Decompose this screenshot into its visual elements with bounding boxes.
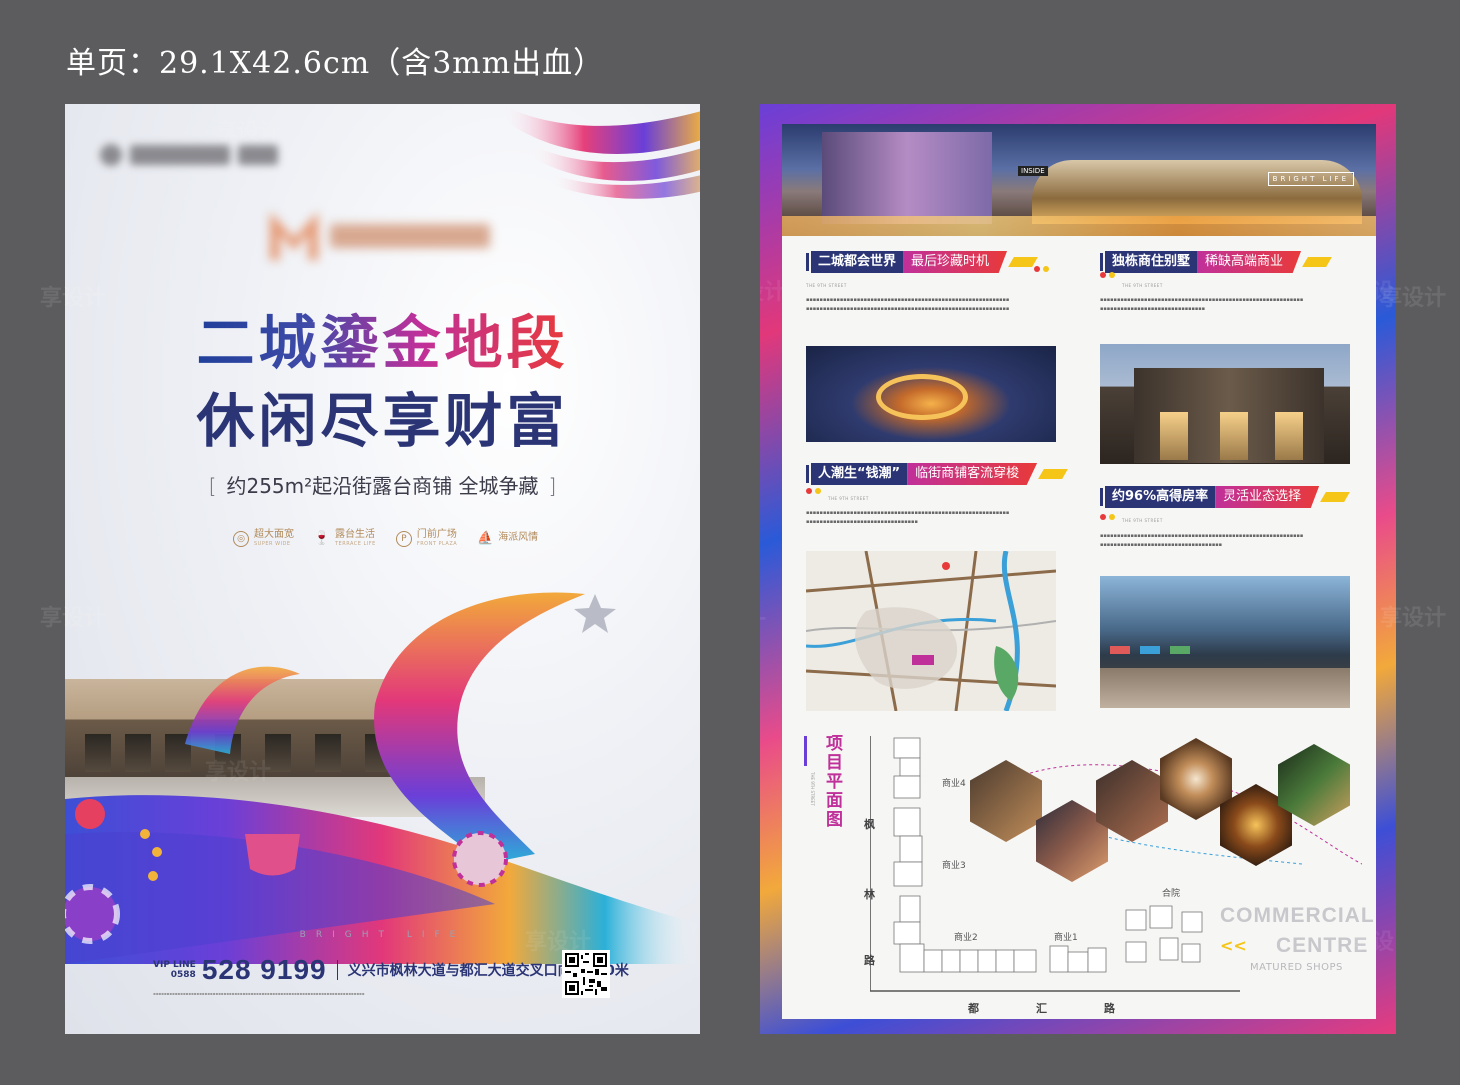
- plan-subtitle: THE 9TH STREET: [810, 772, 815, 806]
- unit-label: 商业2: [954, 933, 978, 943]
- developer-logo: [100, 144, 330, 172]
- unit-label: 商业4: [942, 779, 966, 789]
- road-label: 林: [864, 888, 875, 901]
- plan-accent-bar: [804, 736, 807, 766]
- hotline-label: VIP LINE 0588: [153, 959, 196, 980]
- city-interchange-photo: [806, 346, 1056, 442]
- section-header: 独栋商住别墅 稀缺高端商业: [1100, 251, 1332, 273]
- commercial-title-line2: CENTRE: [1276, 934, 1369, 957]
- location-map: [806, 551, 1056, 711]
- contact-bar: VIP LINE 0588 528 9199 义兴市枫林大道与都汇大道交叉口向北2…: [153, 954, 629, 986]
- hero-tag: BRIGHT LIFE: [1267, 172, 1354, 186]
- section-header: 人潮生“钱潮” 临街商铺客流穿梭: [806, 463, 1068, 485]
- section-body: ▪▪▪▪▪▪▪▪▪▪▪▪▪▪▪▪▪▪▪▪▪▪▪▪▪▪▪▪▪▪▪▪▪▪▪▪▪▪▪▪…: [806, 297, 1010, 312]
- subheadline: [约255m²起沿街露台商铺 全城争藏]: [208, 474, 557, 498]
- section-dots: [806, 488, 821, 494]
- spec-label: 单页：29.1X42.6cm（含3mm出血）: [66, 46, 605, 81]
- shop-icon: ◎: [233, 530, 249, 547]
- chevron-left-icon: <<: [1220, 936, 1247, 955]
- commercial-title: COMMERCIAL: [1220, 904, 1375, 927]
- feature-item: P 门前广场 FRONT PLAZA: [395, 530, 457, 547]
- parking-icon: P: [395, 530, 412, 547]
- road-label: 路: [1104, 1002, 1115, 1015]
- unit-label: 商业1: [1054, 933, 1078, 943]
- project-logo: [270, 212, 495, 260]
- feature-item: 🍷 露台生活 TERRACE LIFE: [313, 529, 376, 547]
- section-body: ▪▪▪▪▪▪▪▪▪▪▪▪▪▪▪▪▪▪▪▪▪▪▪▪▪▪▪▪▪▪▪▪▪▪▪▪▪▪▪▪…: [1100, 533, 1304, 548]
- road-label: 枫: [864, 818, 875, 831]
- headline-line1: 二城鎏金地段: [196, 309, 569, 377]
- section-en: THE 9TH STREET: [1122, 283, 1163, 288]
- hero-photo: INSIDE BRIGHT LIFE: [782, 124, 1376, 236]
- section-header: 约96%高得房率 灵活业态选择: [1100, 486, 1351, 508]
- feature-list: ◎ 超大面宽 SUPER WIDE 🍷 露台生活 TERRACE LIFE P 门前…: [233, 530, 538, 547]
- headline-line2: 休闲尽享财富: [196, 387, 569, 455]
- section-en: THE 9TH STREET: [1122, 518, 1163, 523]
- plan-title: 项目平面图: [822, 734, 842, 829]
- road-label: 汇: [1036, 1002, 1047, 1015]
- shopping-street-photo: [1100, 576, 1350, 708]
- section-dots: [1100, 514, 1115, 520]
- ribbon-swirl: [65, 592, 700, 964]
- disclaimer: ▪▪▪▪▪▪▪▪▪▪▪▪▪▪▪▪▪▪▪▪▪▪▪▪▪▪▪▪▪▪▪▪▪▪▪▪▪▪▪▪…: [153, 991, 365, 996]
- road-label: 路: [864, 954, 875, 967]
- section-en: THE 9TH STREET: [828, 496, 869, 501]
- back-poster: INSIDE BRIGHT LIFE 二城都会世界 最后珍藏时机 THE 9TH…: [760, 104, 1396, 1034]
- phone-number: 528 9199: [201, 954, 327, 985]
- section-en: THE 9TH STREET: [806, 283, 847, 288]
- front-poster: 二城鎏金地段 休闲尽享财富 [约255m²起沿街露台商铺 全城争藏] ◎ 超大面…: [65, 104, 700, 1034]
- road-label: 都: [968, 1002, 979, 1015]
- sailboat-icon: ⛵: [477, 531, 494, 546]
- ribbon-swirl-top: [500, 104, 700, 199]
- wine-icon: 🍷: [313, 531, 331, 546]
- section-header: 二城都会世界 最后珍藏时机: [806, 251, 1038, 273]
- feature-item: ◎ 超大面宽 SUPER WIDE: [233, 530, 294, 547]
- hero-sign: INSIDE: [1018, 166, 1048, 176]
- section-dots: [1034, 266, 1049, 272]
- unit-label: 商业3: [942, 861, 966, 871]
- villa-shop-photo: [1100, 344, 1350, 464]
- section-body: ▪▪▪▪▪▪▪▪▪▪▪▪▪▪▪▪▪▪▪▪▪▪▪▪▪▪▪▪▪▪▪▪▪▪▪▪▪▪▪▪…: [806, 510, 1010, 525]
- back-content: INSIDE BRIGHT LIFE 二城都会世界 最后珍藏时机 THE 9TH…: [782, 124, 1376, 1019]
- qr-code[interactable]: [562, 950, 610, 998]
- feature-item: ⛵ 海派风情: [477, 531, 539, 546]
- storefront-scene: [65, 584, 700, 964]
- brand-line: BRIGHT LIFE: [299, 930, 466, 940]
- section-dots: [1100, 272, 1115, 278]
- section-body: ▪▪▪▪▪▪▪▪▪▪▪▪▪▪▪▪▪▪▪▪▪▪▪▪▪▪▪▪▪▪▪▪▪▪▪▪▪▪▪▪…: [1100, 297, 1304, 312]
- commercial-subtitle: MATURED SHOPS: [1250, 962, 1343, 973]
- unit-label: 合院: [1162, 889, 1181, 899]
